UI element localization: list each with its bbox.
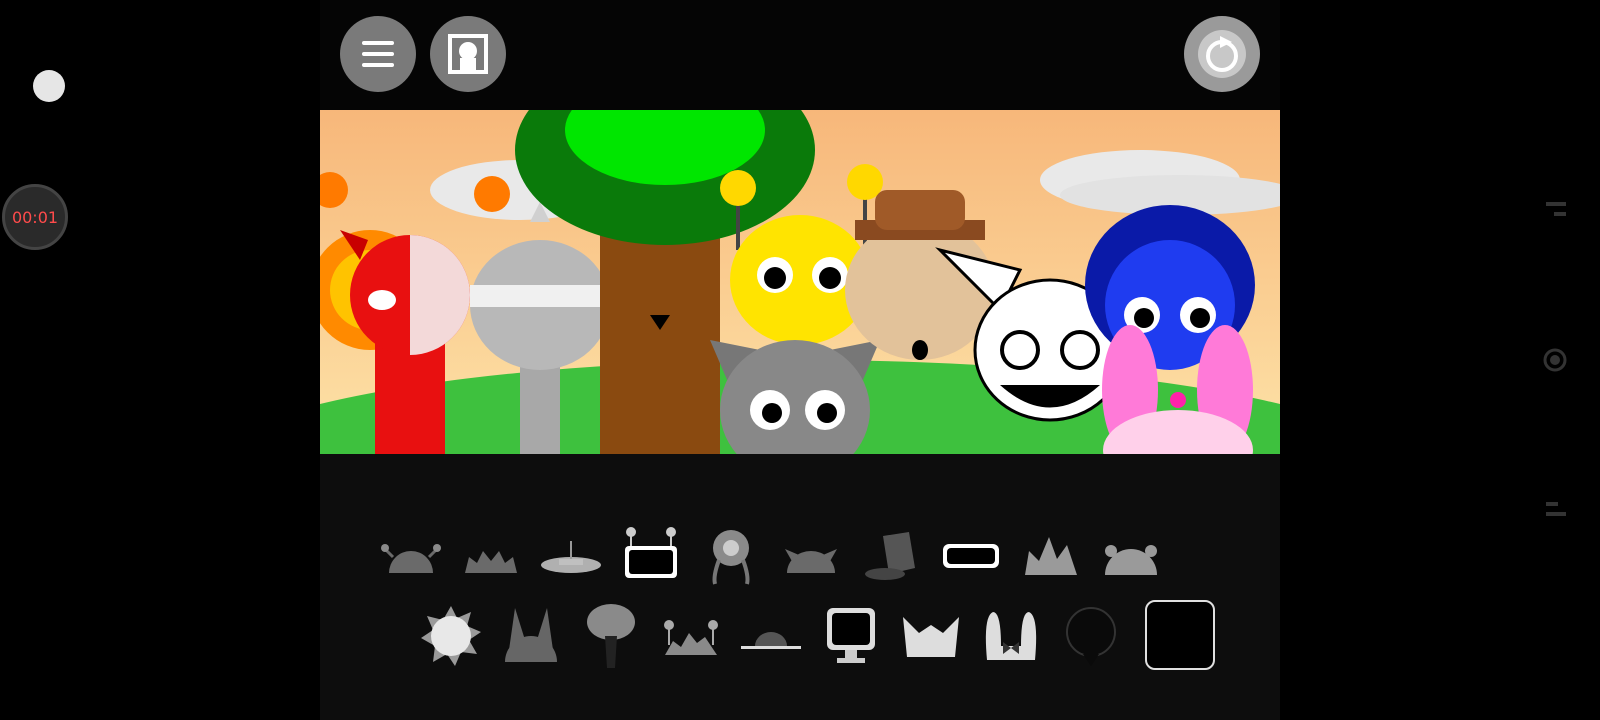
top-hat-icon — [865, 532, 915, 580]
sun-icon — [421, 606, 481, 666]
bunny-ears-bow-icon — [985, 612, 1037, 660]
round-ears-dome-icon — [1105, 545, 1157, 575]
palette-slot-8[interactable] — [935, 520, 1007, 592]
palette-slot-18[interactable] — [975, 600, 1047, 672]
timer-text: 00:01 — [11, 207, 59, 227]
antenna-crab-icon — [664, 620, 718, 655]
game-area — [320, 0, 1280, 720]
floating-record-dot[interactable] — [33, 70, 65, 102]
palette-slot-1[interactable] — [375, 520, 447, 592]
stage-scene — [320, 110, 1280, 454]
antenna-screen-icon — [625, 527, 677, 578]
character-grey-cat[interactable] — [710, 340, 880, 454]
top-bar — [320, 0, 1280, 110]
palette-slot-11[interactable] — [415, 600, 487, 672]
palette-slot-13[interactable] — [575, 600, 647, 672]
tree-icon — [587, 604, 635, 668]
reset-icon — [1198, 30, 1246, 78]
back-icon[interactable] — [1540, 498, 1570, 522]
goggles-icon — [943, 544, 999, 568]
hamburger-icon — [362, 41, 394, 67]
palette-slot-19[interactable] — [1055, 600, 1127, 672]
palette-slot-3[interactable] — [535, 520, 607, 592]
crown-spikes-icon — [1025, 537, 1077, 575]
saucer-hat-icon — [541, 541, 601, 573]
home-icon[interactable] — [1540, 348, 1570, 372]
palette-slot-7[interactable] — [855, 520, 927, 592]
horns-dome-icon — [381, 544, 441, 573]
palette-slot-16[interactable] — [815, 600, 887, 672]
palette-slot-2[interactable] — [455, 520, 527, 592]
recents-icon[interactable] — [1540, 198, 1570, 222]
palette-slot-6[interactable] — [775, 520, 847, 592]
flower-icon — [712, 530, 750, 585]
character-button[interactable] — [430, 16, 506, 92]
character-portrait-icon — [448, 34, 488, 74]
palette-slot-empty[interactable] — [1145, 600, 1215, 670]
black-ball-icon — [1066, 607, 1116, 666]
palette-slot-17[interactable] — [895, 600, 967, 672]
palette-slot-9[interactable] — [1015, 520, 1087, 592]
palette-slot-12[interactable] — [495, 600, 567, 672]
spiky-dome-icon — [465, 551, 517, 573]
palette-slot-15[interactable] — [735, 600, 807, 672]
crown-ears-icon — [903, 617, 959, 657]
bowler-hat-icon — [741, 632, 801, 649]
menu-button[interactable] — [340, 16, 416, 92]
recording-timer[interactable]: 00:01 — [2, 184, 68, 250]
palette-slot-14[interactable] — [655, 600, 727, 672]
cat-ears-icon — [505, 608, 557, 662]
reset-button[interactable] — [1184, 16, 1260, 92]
monitor-icon — [827, 608, 875, 663]
pointed-ears-dome-icon — [785, 549, 837, 573]
palette-slot-4[interactable] — [615, 520, 687, 592]
palette-slot-10[interactable] — [1095, 520, 1167, 592]
palette-slot-5[interactable] — [695, 520, 767, 592]
